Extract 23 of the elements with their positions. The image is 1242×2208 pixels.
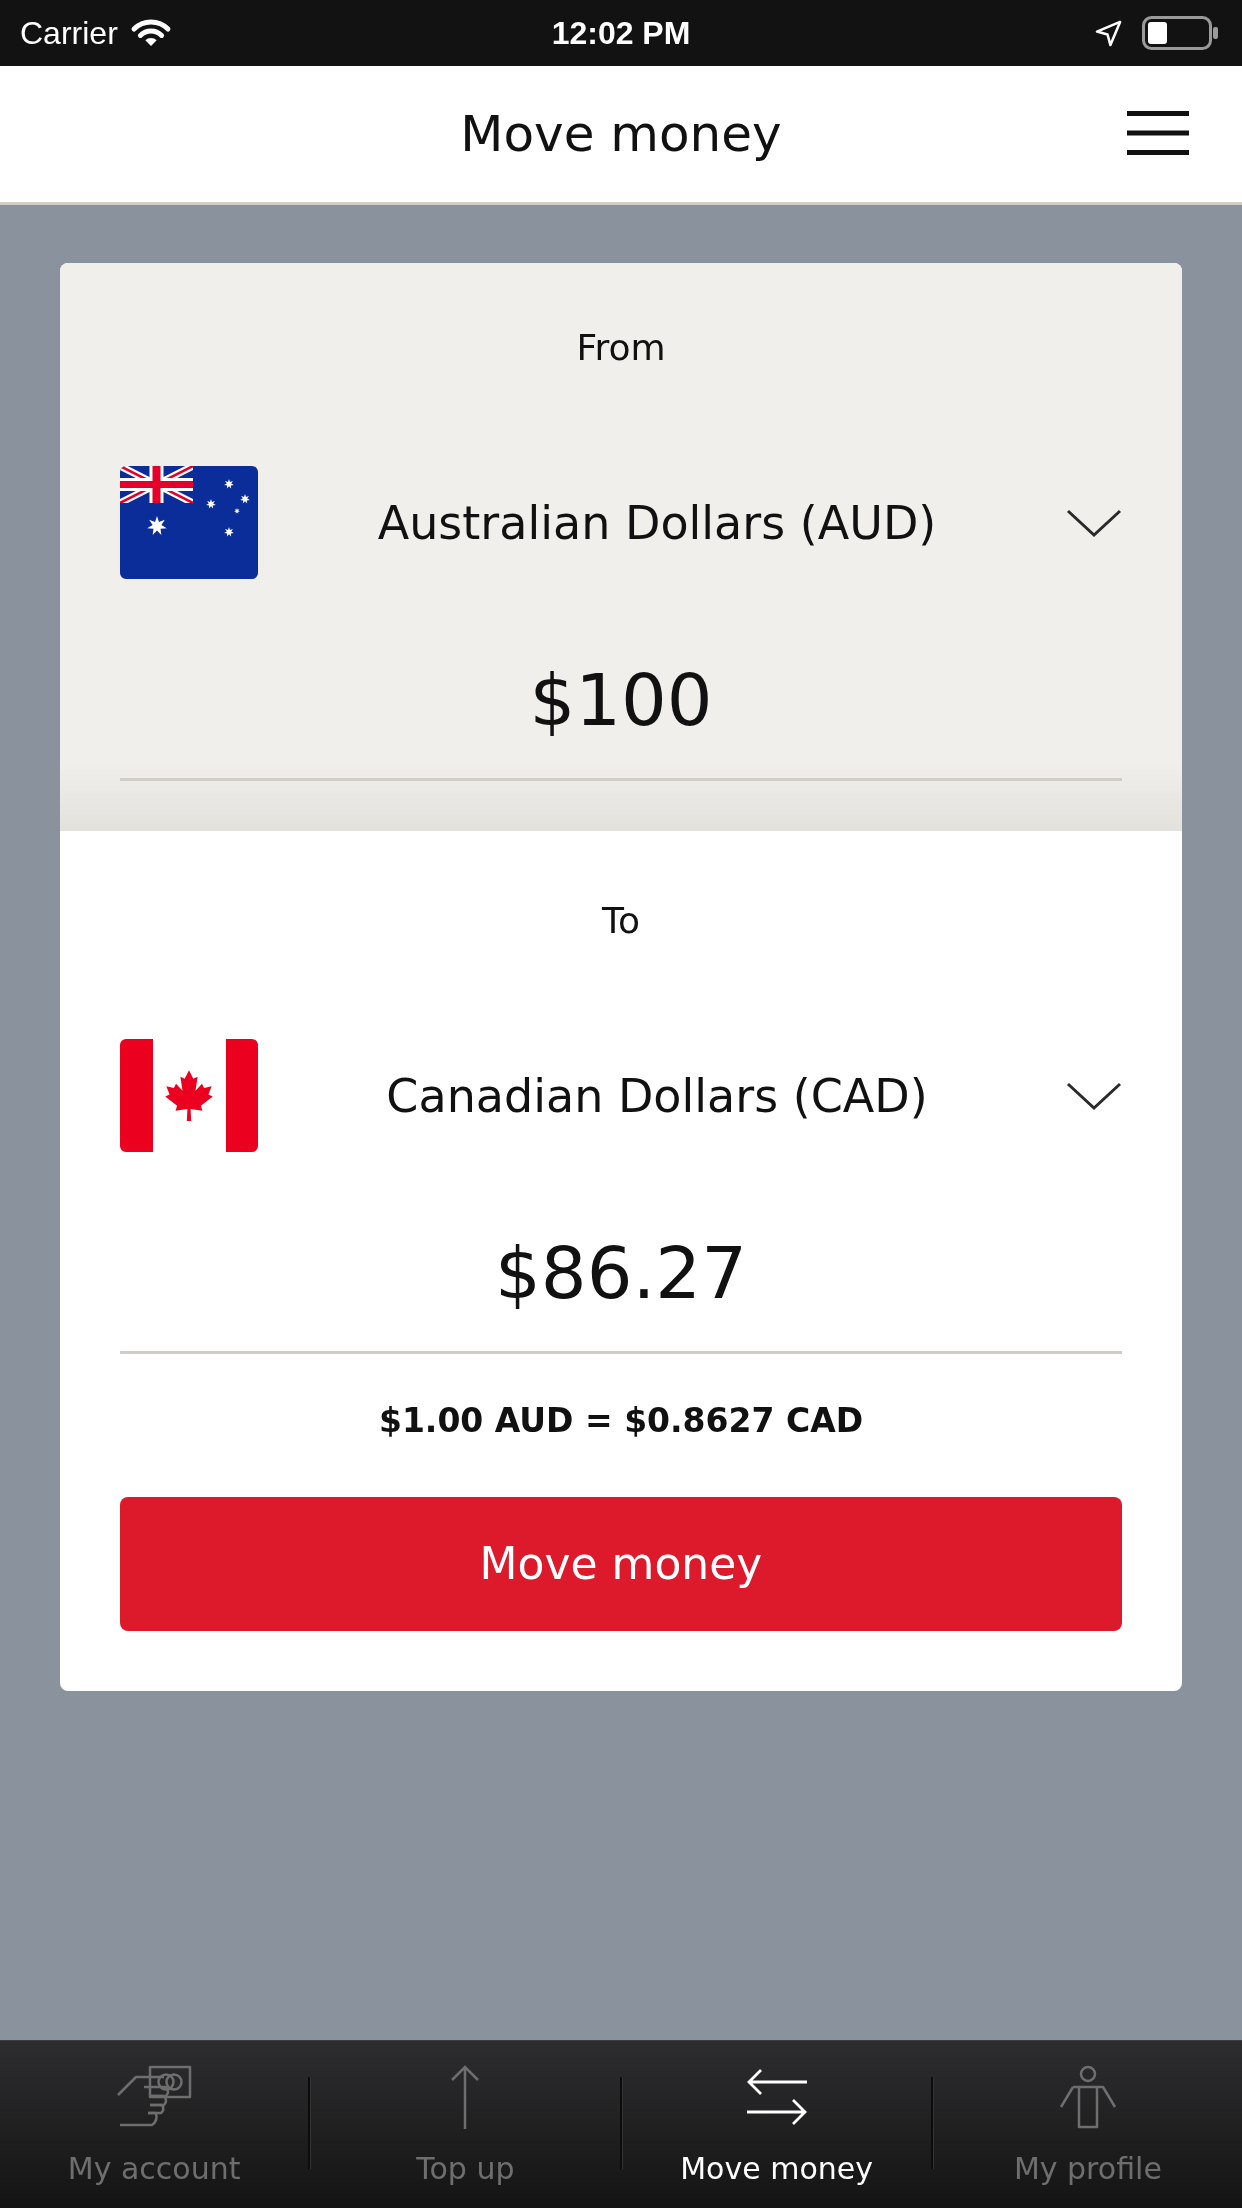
person-icon [1058,2065,1117,2129]
menu-button[interactable] [1126,110,1190,156]
canada-flag-icon [120,1039,258,1152]
page-title: Move money [460,104,782,164]
chevron-down-icon [1066,1080,1122,1111]
amount-field[interactable]: $100 [120,658,1122,781]
move-money-button[interactable]: Move money [120,1497,1122,1631]
carrier-name: Carrier [20,14,118,53]
hand-with-card-icon [116,2065,193,2129]
exchange-rate: $1.00 AUD = $0.8627 CAD [377,1401,865,1441]
currency-dropdown[interactable]: Canadian Dollars (CAD) [258,1039,1122,1152]
amount-field[interactable]: $86.27 [120,1231,1122,1354]
currency-dropdown[interactable]: Australian Dollars (AUD) [258,466,1122,579]
location-arrow-icon [1095,19,1122,47]
wifi-icon [129,18,172,48]
chevron-down-icon [1066,507,1122,538]
section-label: To [601,903,641,939]
status-time: 12:02 PM [551,14,691,53]
battery-icon [1142,16,1220,50]
menu-icon [1127,111,1189,155]
tab[interactable]: Move money [622,2041,931,2208]
section-label: From [575,330,667,366]
australia-flag-icon [120,466,258,579]
